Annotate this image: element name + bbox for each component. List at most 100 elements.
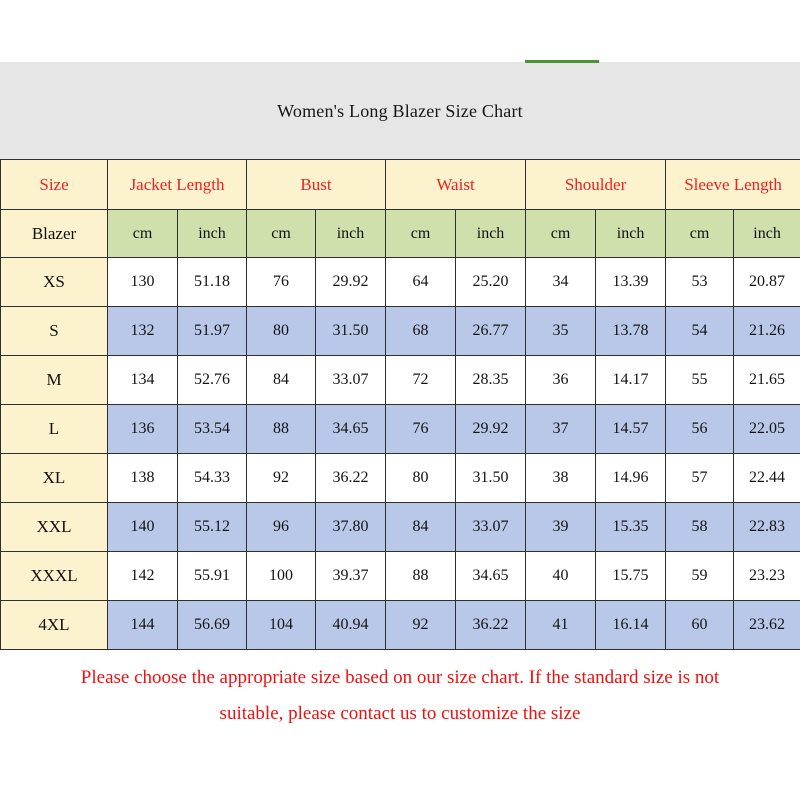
- green-divider-rule: [525, 60, 599, 63]
- measurement-cell: 26.77: [455, 306, 527, 356]
- size-label-cell: XL: [0, 453, 108, 503]
- measurement-cell: 84: [385, 502, 457, 552]
- measurement-cell: 60: [665, 600, 735, 650]
- measurement-cell: 13.78: [595, 306, 667, 356]
- garment-type-label: Blazer: [0, 209, 108, 258]
- size-label-cell: XS: [0, 257, 108, 307]
- measurement-cell: 40: [525, 551, 597, 601]
- measurement-cell: 16.14: [595, 600, 667, 650]
- measurement-cell: 72: [385, 355, 457, 405]
- measurement-cell: 51.18: [176, 257, 248, 307]
- measurement-cell: 21.26: [733, 306, 800, 356]
- table-unit-header-row: Blazer cm inch cm inch cm inch cm inch cm inch: [0, 209, 800, 258]
- size-note-line-2: suitable, please contact us to customize…: [219, 703, 581, 724]
- measurement-cell: 53.54: [176, 404, 248, 454]
- column-group-header: Size: [0, 159, 108, 210]
- measurement-cell: 21.65: [733, 355, 800, 405]
- measurement-cell: 132: [107, 306, 178, 356]
- measurement-cell: 68: [385, 306, 457, 356]
- unit-header-cell: cm: [665, 209, 735, 258]
- measurement-cell: 29.92: [455, 404, 527, 454]
- table-row: XXXL 142 55.91 100 39.37 88 34.65 40 15.75 59 23.2…: [0, 551, 800, 601]
- measurement-cell: 33.07: [455, 502, 527, 552]
- measurement-cell: 96: [246, 502, 317, 552]
- measurement-cell: 55: [665, 355, 735, 405]
- measurement-cell: 52.76: [176, 355, 248, 405]
- size-chart-page: Women's Long Blazer Size Chart Size Jacke…: [0, 0, 800, 800]
- unit-header-cell: cm: [107, 209, 178, 258]
- measurement-cell: 25.20: [455, 257, 527, 307]
- measurement-cell: 28.35: [455, 355, 527, 405]
- measurement-cell: 144: [107, 600, 178, 650]
- measurement-cell: 14.57: [595, 404, 667, 454]
- column-group-header: Jacket Length: [106, 159, 248, 210]
- size-label-cell: M: [0, 355, 108, 405]
- size-note: Please choose the appropriate size based…: [0, 660, 800, 732]
- table-row: L 136 53.54 88 34.65 76 29.92 37 14.57 56 22.05: [0, 404, 800, 454]
- measurement-cell: 22.44: [733, 453, 800, 503]
- table-row: S 132 51.97 80 31.50 68 26.77 35 13.78 54 21.26: [0, 306, 800, 356]
- size-label-cell: XXL: [0, 502, 108, 552]
- size-note-line-1: Please choose the appropriate size based…: [80, 667, 720, 688]
- unit-header-cell: inch: [315, 209, 387, 258]
- measurement-cell: 31.50: [315, 306, 387, 356]
- measurement-cell: 37.80: [315, 502, 387, 552]
- unit-header-cell: inch: [733, 209, 800, 258]
- size-label-cell: XXXL: [0, 551, 108, 601]
- measurement-cell: 58: [665, 502, 735, 552]
- unit-header-cell: cm: [246, 209, 317, 258]
- measurement-cell: 23.23: [733, 551, 800, 601]
- measurement-cell: 130: [107, 257, 178, 307]
- table-row: M 134 52.76 84 33.07 72 28.35 36 14.17 55 21.65: [0, 355, 800, 405]
- unit-header-cell: inch: [455, 209, 527, 258]
- column-group-header: Sleeve Length: [665, 159, 800, 210]
- column-group-header: Bust: [246, 159, 387, 210]
- size-label-cell: S: [0, 306, 108, 356]
- measurement-cell: 13.39: [595, 257, 667, 307]
- measurement-cell: 20.87: [733, 257, 800, 307]
- measurement-cell: 134: [107, 355, 178, 405]
- measurement-cell: 136: [107, 404, 178, 454]
- measurement-cell: 88: [246, 404, 317, 454]
- measurement-cell: 56: [665, 404, 735, 454]
- measurement-cell: 140: [107, 502, 178, 552]
- measurement-cell: 64: [385, 257, 457, 307]
- column-group-header: Waist: [385, 159, 527, 210]
- measurement-cell: 59: [665, 551, 735, 601]
- measurement-cell: 76: [246, 257, 317, 307]
- table-group-header-row: Size Jacket Length Bust Waist Shoulder Sleeve…: [0, 159, 800, 210]
- column-group-header: Shoulder: [525, 159, 667, 210]
- size-label-cell: L: [0, 404, 108, 454]
- measurement-cell: 53: [665, 257, 735, 307]
- table-row: XS 130 51.18 76 29.92 64 25.20 34 13.39 53 20.87: [0, 257, 800, 307]
- measurement-cell: 80: [385, 453, 457, 503]
- measurement-cell: 15.35: [595, 502, 667, 552]
- measurement-cell: 104: [246, 600, 317, 650]
- measurement-cell: 37: [525, 404, 597, 454]
- measurement-cell: 38: [525, 453, 597, 503]
- measurement-cell: 34.65: [315, 404, 387, 454]
- measurement-cell: 54: [665, 306, 735, 356]
- unit-header-cell: inch: [595, 209, 667, 258]
- table-row: XL 138 54.33 92 36.22 80 31.50 38 14.96 57 22.44: [0, 453, 800, 503]
- measurement-cell: 35: [525, 306, 597, 356]
- measurement-cell: 92: [246, 453, 317, 503]
- measurement-cell: 55.12: [176, 502, 248, 552]
- measurement-cell: 41: [525, 600, 597, 650]
- measurement-cell: 23.62: [733, 600, 800, 650]
- measurement-cell: 55.91: [176, 551, 248, 601]
- unit-header-cell: cm: [525, 209, 597, 258]
- measurement-cell: 36.22: [455, 600, 527, 650]
- size-chart-table: Size Jacket Length Bust Waist Shoulder Sleeve…: [0, 159, 800, 650]
- measurement-cell: 88: [385, 551, 457, 601]
- measurement-cell: 36: [525, 355, 597, 405]
- size-table-container: Size Jacket Length Bust Waist Shoulder Sleeve…: [0, 159, 800, 650]
- measurement-cell: 34.65: [455, 551, 527, 601]
- measurement-cell: 142: [107, 551, 178, 601]
- measurement-cell: 15.75: [595, 551, 667, 601]
- measurement-cell: 51.97: [176, 306, 248, 356]
- measurement-cell: 39: [525, 502, 597, 552]
- table-row: 4XL 144 56.69 104 40.94 92 36.22 41 16.14 60 23.62: [0, 600, 800, 650]
- measurement-cell: 36.22: [315, 453, 387, 503]
- measurement-cell: 31.50: [455, 453, 527, 503]
